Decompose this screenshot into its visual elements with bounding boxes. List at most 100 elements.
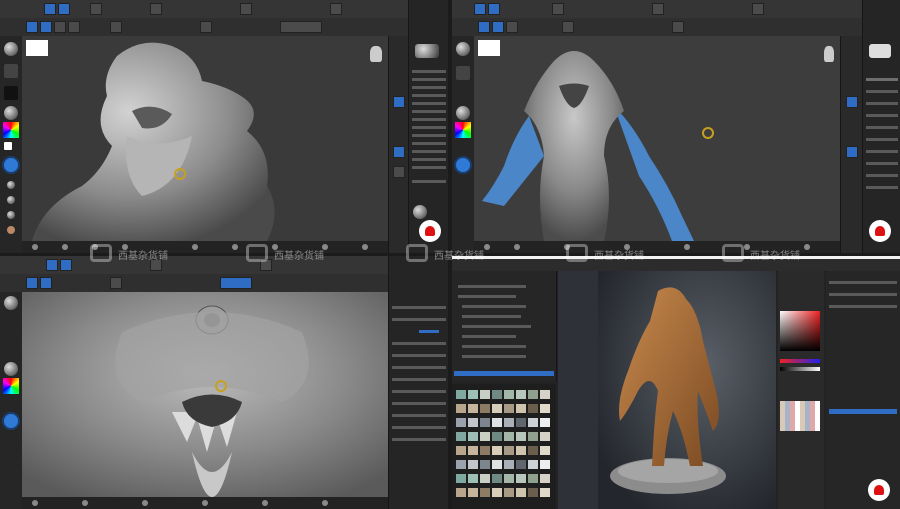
material-swatch[interactable] <box>480 446 490 455</box>
material-swatch[interactable] <box>468 460 478 469</box>
toolbar-button[interactable] <box>552 3 564 15</box>
toolbar-button[interactable] <box>150 3 162 15</box>
material-swatch[interactable] <box>516 418 526 427</box>
material-swatch[interactable] <box>528 418 538 427</box>
brush-slot-icon[interactable] <box>62 244 68 250</box>
material-swatch[interactable] <box>468 390 478 399</box>
material-swatch[interactable] <box>492 460 502 469</box>
brush-slot-icon[interactable] <box>32 244 38 250</box>
brush-slot-icon[interactable] <box>232 244 238 250</box>
property-row[interactable] <box>829 281 897 284</box>
material-ball-icon[interactable] <box>4 106 18 120</box>
zadd-button[interactable] <box>200 21 212 33</box>
canvas-viewport[interactable] <box>474 36 840 241</box>
toolbar-button[interactable] <box>752 3 764 15</box>
draw-mode-button[interactable] <box>478 21 490 33</box>
brush-slot-icon[interactable] <box>804 244 810 250</box>
main-brush-circle-icon[interactable] <box>2 156 20 174</box>
rotate-mode-button[interactable] <box>68 21 80 33</box>
material-swatch[interactable] <box>480 474 490 483</box>
brush-slot-icon[interactable] <box>202 500 208 506</box>
material-swatch[interactable] <box>492 446 502 455</box>
gyro-icon[interactable] <box>824 46 834 62</box>
material-preview-icon[interactable] <box>413 205 427 219</box>
material-ball-icon[interactable] <box>456 106 470 120</box>
value-slider[interactable] <box>780 367 820 371</box>
layer-row[interactable] <box>458 285 526 288</box>
hue-slider[interactable] <box>780 359 820 363</box>
material-swatch[interactable] <box>504 474 514 483</box>
layer-row[interactable] <box>462 325 531 328</box>
layer-row[interactable] <box>462 335 516 338</box>
material-swatch[interactable] <box>540 404 550 413</box>
material-swatch[interactable] <box>456 432 466 441</box>
material-swatch[interactable] <box>540 432 550 441</box>
material-swatch[interactable] <box>456 390 466 399</box>
material-swatch[interactable] <box>528 432 538 441</box>
material-swatch[interactable] <box>516 390 526 399</box>
canvas-viewport[interactable] <box>22 292 388 497</box>
material-swatch[interactable] <box>540 446 550 455</box>
palette-toggle[interactable] <box>393 146 405 158</box>
scale-mode-button[interactable] <box>54 21 66 33</box>
brush-slot-icon[interactable] <box>262 500 268 506</box>
focal-shift-slider[interactable] <box>280 21 322 33</box>
stroke-icon[interactable] <box>456 66 470 80</box>
viewport-3d[interactable] <box>558 271 776 509</box>
material-swatch[interactable] <box>456 460 466 469</box>
gyro-icon[interactable] <box>370 46 382 62</box>
toolbar-button[interactable] <box>652 3 664 15</box>
brush-preview-icon[interactable] <box>869 44 891 58</box>
brush-slot-icon[interactable] <box>192 244 198 250</box>
material-swatch[interactable] <box>492 418 502 427</box>
color-picker-icon[interactable] <box>455 122 471 138</box>
stroke-icon[interactable] <box>4 64 18 78</box>
material-swatch[interactable] <box>504 432 514 441</box>
material-ball-icon[interactable] <box>4 362 18 376</box>
material-swatch[interactable] <box>492 474 502 483</box>
material-swatch[interactable] <box>480 418 490 427</box>
toolbar-button[interactable] <box>44 3 56 15</box>
material-swatch[interactable] <box>480 390 490 399</box>
toolbar-button[interactable] <box>330 3 342 15</box>
move-mode-button[interactable] <box>40 21 52 33</box>
move-mode-button[interactable] <box>492 21 504 33</box>
material-swatch[interactable] <box>468 446 478 455</box>
material-swatch[interactable] <box>456 446 466 455</box>
layer-row[interactable] <box>458 295 516 298</box>
toolbar-button[interactable] <box>474 3 486 15</box>
material-swatch[interactable] <box>504 446 514 455</box>
mrgb-button[interactable] <box>110 277 122 289</box>
brush-slot-icon[interactable] <box>32 500 38 506</box>
layer-row[interactable] <box>462 345 526 348</box>
main-brush-circle-icon[interactable] <box>454 156 472 174</box>
brush-slot-icon[interactable] <box>684 244 690 250</box>
material-swatch[interactable] <box>528 390 538 399</box>
swatch-palette[interactable] <box>780 401 820 431</box>
brush-slot-icon[interactable] <box>142 500 148 506</box>
brush-slot-icon[interactable] <box>484 244 490 250</box>
layer-row-selected[interactable] <box>454 371 554 376</box>
material-swatch[interactable] <box>516 446 526 455</box>
material-swatch[interactable] <box>504 390 514 399</box>
brush-slot-icon[interactable] <box>322 500 328 506</box>
property-row[interactable] <box>829 293 897 296</box>
zadd-button[interactable] <box>672 21 684 33</box>
material-swatch[interactable] <box>516 460 526 469</box>
material-swatch[interactable] <box>456 488 466 497</box>
material-swatch[interactable] <box>516 404 526 413</box>
secondary-color-icon[interactable] <box>4 142 12 150</box>
material-swatch[interactable] <box>528 460 538 469</box>
material-swatch[interactable] <box>468 404 478 413</box>
layer-row[interactable] <box>462 315 521 318</box>
brush-slot-icon[interactable] <box>362 244 368 250</box>
color-picker-icon[interactable] <box>3 378 19 394</box>
material-swatch[interactable] <box>456 404 466 413</box>
brush-slot-icon[interactable] <box>514 244 520 250</box>
toolbar-button[interactable] <box>60 259 72 271</box>
brush-preset-icon[interactable] <box>7 181 15 189</box>
toolbar-button[interactable] <box>90 3 102 15</box>
toolbar-button[interactable] <box>46 259 58 271</box>
toolbar-button[interactable] <box>240 3 252 15</box>
material-swatch[interactable] <box>516 432 526 441</box>
